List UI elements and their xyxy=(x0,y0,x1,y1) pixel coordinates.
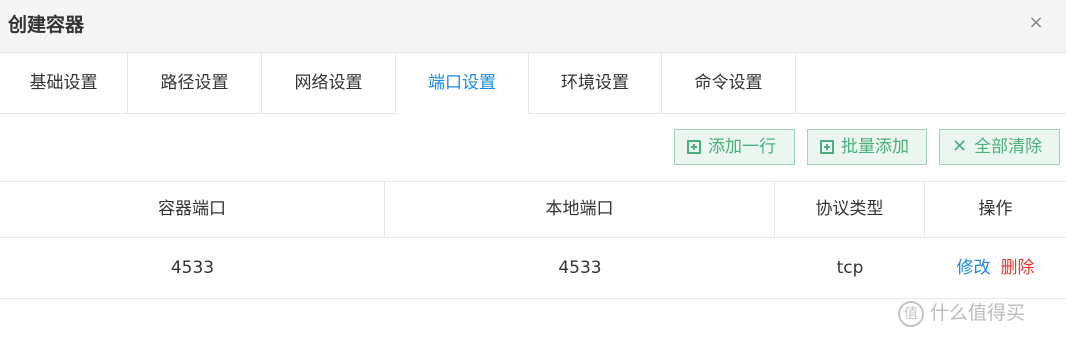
tab-port-settings[interactable]: 端口设置 xyxy=(396,53,529,114)
batch-add-button[interactable]: 批量添加 xyxy=(807,129,927,165)
cell-container-port: 4533 xyxy=(170,258,215,278)
tab-network-settings[interactable]: 网络设置 xyxy=(262,53,396,113)
delete-link[interactable]: 删除 xyxy=(1001,258,1035,278)
table-header: 容器端口 本地端口 协议类型 操作 xyxy=(0,181,1066,238)
watermark-logo-icon: 值 xyxy=(898,300,924,327)
table-row: 4533 4533 tcp 修改 删除 xyxy=(0,238,1066,299)
close-icon[interactable]: × xyxy=(1026,13,1046,33)
tab-path-settings[interactable]: 路径设置 xyxy=(128,53,262,113)
header-local-port: 本地端口 xyxy=(385,182,775,237)
cell-protocol: tcp xyxy=(836,258,864,278)
plus-square-icon xyxy=(687,140,701,154)
tab-command-settings[interactable]: 命令设置 xyxy=(662,53,796,113)
clear-all-label: 全部清除 xyxy=(974,137,1043,157)
cell-actions: 修改 删除 xyxy=(925,238,1066,298)
watermark: 值什么值得买 xyxy=(898,296,1025,330)
dialog-header: 创建容器 × xyxy=(0,0,1066,53)
plus-square-icon xyxy=(820,140,834,154)
cell-local-port: 4533 xyxy=(558,258,602,278)
header-protocol: 协议类型 xyxy=(775,182,925,237)
header-actions: 操作 xyxy=(978,199,1013,219)
clear-all-button[interactable]: ✕ 全部清除 xyxy=(939,129,1060,165)
tab-basic-settings[interactable]: 基础设置 xyxy=(0,53,128,113)
tab-env-settings[interactable]: 环境设置 xyxy=(529,53,662,113)
edit-link[interactable]: 修改 xyxy=(957,258,991,278)
add-row-button[interactable]: 添加一行 xyxy=(674,129,795,165)
watermark-text: 什么值得买 xyxy=(930,302,1026,324)
header-container-port: 容器端口 xyxy=(0,182,385,237)
tab-bar: 基础设置 路径设置 网络设置 端口设置 环境设置 命令设置 xyxy=(0,53,1066,114)
add-row-label: 添加一行 xyxy=(708,137,776,157)
close-icon: ✕ xyxy=(952,136,968,157)
dialog-title: 创建容器 xyxy=(8,14,85,36)
batch-add-label: 批量添加 xyxy=(841,137,909,157)
